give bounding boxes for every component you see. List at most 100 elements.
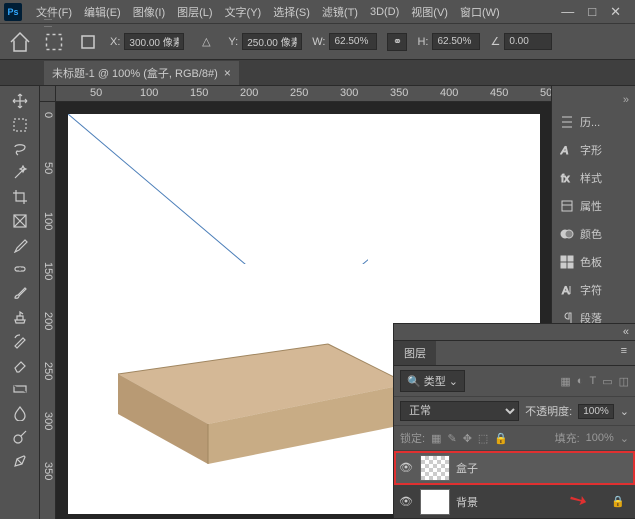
app-logo: Ps [4,3,22,21]
panel-properties[interactable]: 属性 [552,192,635,220]
blend-mode-select[interactable]: 正常 [400,401,519,421]
menu-layer[interactable]: 图层(L) [171,4,218,20]
toolbox [0,86,40,519]
home-icon[interactable] [8,30,32,54]
filter-smart-icon[interactable]: ◫ [619,375,629,388]
magic-wand-tool-icon[interactable] [8,162,32,184]
ruler-vertical[interactable]: 0 50 100 150 200 250 300 350 [40,102,56,519]
panel-styles[interactable]: fx样式 [552,164,635,192]
filter-pixel-icon[interactable]: ▦ [560,375,570,388]
ruler-corner [40,86,56,102]
layer-thumbnail[interactable] [420,489,450,515]
w-label: W: [312,36,325,48]
menu-edit[interactable]: 编辑(E) [78,4,127,20]
layer-name[interactable]: 背景 [456,494,478,510]
ruler-horizontal[interactable]: 50 100 150 200 250 300 350 400 450 500 [56,86,551,102]
menu-filter[interactable]: 滤镜(T) [316,4,364,20]
layer-name[interactable]: 盒子 [456,460,478,476]
lock-icon[interactable]: 🔒 [611,495,625,508]
menu-3d[interactable]: 3D(D) [364,6,405,18]
menu-window[interactable]: 窗口(W) [454,4,506,20]
filter-shape-icon[interactable]: ▭ [602,375,612,388]
layer-row[interactable]: 👁 背景 🔒 [394,485,635,519]
tab-layers[interactable]: 图层 [394,341,436,365]
gradient-tool-icon[interactable] [8,378,32,400]
w-input[interactable] [329,33,377,50]
y-label: Y: [228,36,238,48]
minimize-icon[interactable]: — [561,4,574,20]
dodge-tool-icon[interactable] [8,426,32,448]
lock-artboard-icon[interactable]: ⬚ [478,432,488,445]
healing-tool-icon[interactable] [8,258,32,280]
filter-type-icon[interactable]: T [589,375,596,388]
close-icon[interactable]: ✕ [610,4,621,20]
panels-collapse-icon[interactable]: » [552,92,635,108]
h-label: H: [417,36,428,48]
w-field: W: [312,33,377,50]
maximize-icon[interactable]: □ [588,4,596,20]
lock-all-icon[interactable]: 🔒 [494,432,508,445]
x-field: X: [110,33,184,50]
window-controls: — □ ✕ [561,4,631,20]
menu-file[interactable]: 文件(F) [30,4,78,20]
pen-tool-icon[interactable] [8,450,32,472]
visibility-toggle-icon[interactable]: 👁 [398,495,414,508]
eyedropper-tool-icon[interactable] [8,234,32,256]
menu-type[interactable]: 文字(Y) [219,4,268,20]
move-tool-icon[interactable] [8,90,32,112]
marquee-tool-icon[interactable] [8,114,32,136]
chevron-down-icon[interactable]: ⌄ [620,405,629,418]
box-image[interactable] [98,294,428,474]
swap-xy-icon[interactable]: △ [194,30,218,54]
x-input[interactable] [124,33,184,50]
document-tabbar: 未标题-1 @ 100% (盒子, RGB/8#) × [0,60,635,86]
menu-select[interactable]: 选择(S) [267,4,316,20]
blur-tool-icon[interactable] [8,402,32,424]
menubar: Ps 文件(F) 编辑(E) 图像(I) 图层(L) 文字(Y) 选择(S) 滤… [0,0,635,24]
y-input[interactable] [242,33,302,50]
opacity-value[interactable]: 100% [578,404,614,419]
angle-input[interactable] [504,33,552,50]
panel-glyphs[interactable]: A字形 [552,136,635,164]
tab-close-icon[interactable]: × [224,66,231,80]
menu-view[interactable]: 视图(V) [405,4,454,20]
clone-stamp-tool-icon[interactable] [8,306,32,328]
lock-position-icon[interactable]: ✥ [463,432,472,445]
menu-image[interactable]: 图像(I) [127,4,171,20]
panel-swatches[interactable]: 色板 [552,248,635,276]
lock-fill-row: 锁定: ▦ ✎ ✥ ⬚ 🔒 填充: 100% ⌄ [394,426,635,451]
visibility-toggle-icon[interactable]: 👁 [398,461,414,474]
layers-panel: « 图层 ≡ 🔍 类型 ⌄ ▦ ◐ T ▭ ◫ 正常 不透明度: 100% ⌄ … [393,323,635,519]
reference-point-icon[interactable] [76,30,100,54]
chevron-down-icon[interactable]: ⌄ [620,432,629,445]
eraser-tool-icon[interactable] [8,354,32,376]
brush-tool-icon[interactable] [8,282,32,304]
lock-transparency-icon[interactable]: ▦ [431,432,441,445]
frame-tool-icon[interactable] [8,210,32,232]
crop-tool-icon[interactable] [8,186,32,208]
lock-image-icon[interactable]: ✎ [447,432,456,445]
y-field: Y: [228,33,302,50]
layer-thumbnail[interactable] [420,455,450,481]
link-wh-icon[interactable]: ⚭ [387,33,407,51]
panel-menu-icon[interactable]: ≡ [613,341,635,365]
layers-collapse-icon[interactable]: « [623,326,629,338]
document-tab[interactable]: 未标题-1 @ 100% (盒子, RGB/8#) × [44,61,239,85]
x-label: X: [110,36,120,48]
layer-row[interactable]: 👁 盒子 [394,451,635,485]
history-brush-tool-icon[interactable] [8,330,32,352]
transform-icon[interactable] [42,30,66,54]
svg-text:A: A [560,145,568,157]
h-input[interactable] [432,33,480,50]
document-tab-title: 未标题-1 @ 100% (盒子, RGB/8#) [52,65,218,81]
h-field: H: [417,33,480,50]
fill-value[interactable]: 100% [586,432,614,444]
panel-history[interactable]: 历... [552,108,635,136]
lasso-tool-icon[interactable] [8,138,32,160]
filter-type-dropdown[interactable]: 🔍 类型 ⌄ [400,370,465,392]
panel-character[interactable]: A字符 [552,276,635,304]
panel-handle-icon[interactable] [44,10,52,30]
panel-color[interactable]: 颜色 [552,220,635,248]
filter-adjust-icon[interactable]: ◐ [577,375,584,388]
layer-list: 👁 盒子 👁 背景 🔒 [394,451,635,519]
